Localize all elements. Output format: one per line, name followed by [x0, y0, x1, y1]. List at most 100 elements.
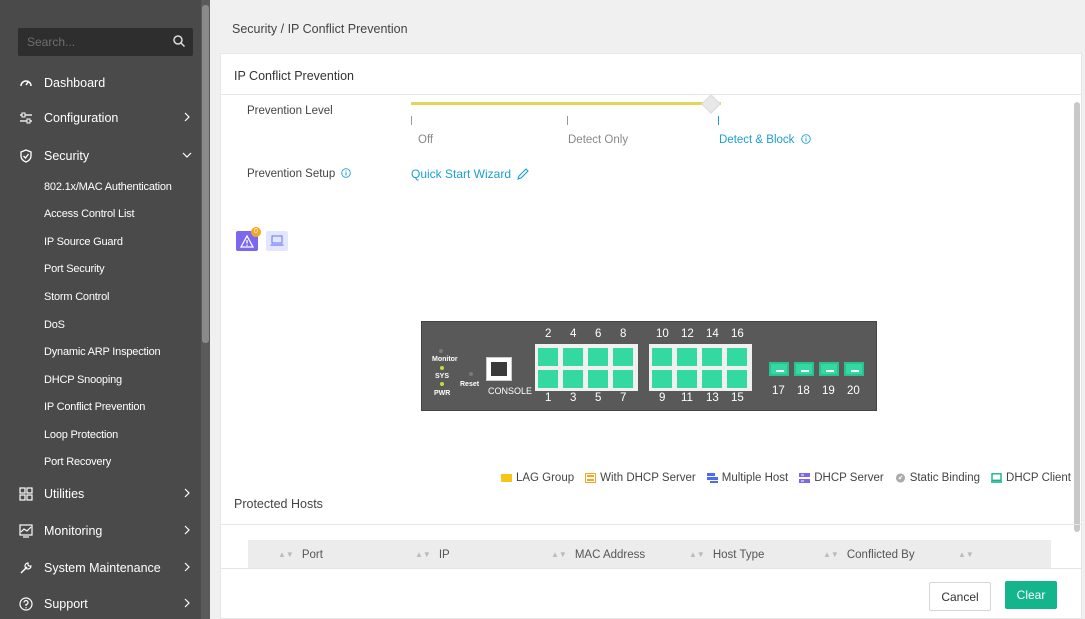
sub-item-port-security[interactable]: Port Security	[44, 259, 105, 279]
sfp-port-19[interactable]	[819, 362, 839, 376]
legend-static-binding: Static Binding	[895, 472, 980, 484]
port-num: 4	[570, 328, 577, 340]
laptop-icon	[270, 235, 284, 246]
port-num: 15	[731, 392, 744, 404]
legend-dhcp-client: DHCP Client	[991, 472, 1071, 484]
sub-item-loop-protection[interactable]: Loop Protection	[44, 425, 118, 445]
prevention-setup-text: Prevention Setup	[247, 168, 336, 180]
chevron-down-icon	[182, 152, 192, 158]
port-6[interactable]	[588, 348, 608, 366]
sub-item-dhcp-snooping[interactable]: DHCP Snooping	[44, 370, 122, 390]
reset-led	[469, 372, 473, 376]
nav-system-maintenance[interactable]: System Maintenance	[0, 550, 201, 586]
col-mac-address[interactable]: ▲▼ MAC Address	[551, 549, 645, 561]
search-input[interactable]	[18, 28, 168, 56]
sfp-port-17[interactable]	[769, 362, 789, 376]
port-4[interactable]	[563, 348, 583, 366]
prevention-level-slider-track[interactable]	[411, 102, 721, 105]
slider-tick	[718, 116, 719, 125]
lag-group-icon	[500, 474, 512, 482]
port-9[interactable]	[652, 370, 672, 388]
nav-monitoring[interactable]: Monitoring	[0, 513, 201, 549]
nav-system-maintenance-label: System Maintenance	[44, 561, 161, 575]
nav-support[interactable]: Support	[0, 586, 201, 619]
sidebar-scrollbar[interactable]	[201, 0, 210, 619]
port-10[interactable]	[652, 348, 672, 366]
client-view-button[interactable]	[266, 231, 288, 251]
port-13[interactable]	[702, 370, 722, 388]
port-7[interactable]	[613, 370, 633, 388]
col-ip-label: IP	[438, 549, 450, 561]
switch-front-panel: Monitor SYS PWR Reset CONSOLE 2 4 6 8 10…	[421, 321, 877, 411]
col-conflicted-by-label: Conflicted By	[846, 549, 915, 561]
port-1[interactable]	[538, 370, 558, 388]
col-host-type[interactable]: ▲▼ Host Type	[689, 549, 764, 561]
sidebar-scroll-thumb[interactable]	[202, 5, 209, 343]
quick-start-wizard-link[interactable]: Quick Start Wizard	[411, 167, 530, 181]
nav-dashboard-label: Dashboard	[44, 76, 106, 90]
port-12[interactable]	[677, 348, 697, 366]
legend-dhcp-client-label: DHCP Client	[1006, 472, 1071, 484]
level-detect-block-label: Detect & Block	[719, 134, 795, 146]
nav-security-label: Security	[44, 149, 90, 163]
sort-icon: ▲▼	[823, 550, 839, 559]
port-num: 10	[656, 328, 669, 340]
nav-configuration[interactable]: Configuration	[0, 100, 201, 136]
port-16[interactable]	[727, 348, 747, 366]
port-3[interactable]	[563, 370, 583, 388]
port-num: 1	[545, 392, 552, 404]
sub-item-acl[interactable]: Access Control List	[44, 204, 135, 224]
legend-dhcp-server: DHCP Server	[799, 472, 884, 484]
sys-label: SYS	[435, 373, 450, 380]
col-ip[interactable]: ▲▼ IP	[415, 549, 450, 561]
sfp-port-18[interactable]	[794, 362, 814, 376]
port-num: 5	[595, 392, 602, 404]
info-icon[interactable]	[800, 134, 811, 144]
panel-title: IP Conflict Prevention	[234, 69, 354, 83]
port-11[interactable]	[677, 370, 697, 388]
port-num: 2	[545, 328, 552, 340]
dhcp-server-icon	[799, 473, 811, 483]
port-num: 17	[772, 385, 785, 397]
port-8[interactable]	[613, 348, 633, 366]
port-15[interactable]	[727, 370, 747, 388]
prevention-level-slider-handle[interactable]	[701, 94, 721, 114]
col-port[interactable]: ▲▼ Port	[278, 549, 323, 561]
search-icon[interactable]	[172, 34, 186, 48]
port-2[interactable]	[538, 348, 558, 366]
sfp-port-20[interactable]	[844, 362, 864, 376]
slider-tick	[411, 116, 412, 125]
sidebar: Dashboard Configuration Security 802.1x/…	[0, 0, 210, 619]
sub-item-dynamic-arp[interactable]: Dynamic ARP Inspection	[44, 342, 161, 362]
clear-button[interactable]: Clear	[1005, 581, 1057, 609]
legend-with-dhcp-server: With DHCP Server	[585, 472, 696, 484]
help-icon	[19, 597, 33, 611]
sub-item-ip-conflict-prevention[interactable]: IP Conflict Prevention	[44, 397, 145, 417]
level-off[interactable]: Off	[418, 134, 433, 146]
nav-utilities[interactable]: Utilities	[0, 476, 201, 512]
port-14[interactable]	[702, 348, 722, 366]
col-port-label: Port	[301, 549, 323, 561]
sub-item-8021x[interactable]: 802.1x/MAC Authentication	[44, 177, 172, 197]
info-icon[interactable]	[341, 168, 352, 178]
col-actions[interactable]: ▲▼	[958, 549, 982, 561]
search-box[interactable]	[18, 28, 193, 56]
sub-item-dos[interactable]: DoS	[44, 315, 65, 335]
port-5[interactable]	[588, 370, 608, 388]
sub-item-ip-source-guard[interactable]: IP Source Guard	[44, 232, 123, 252]
nav-dashboard[interactable]: Dashboard	[0, 65, 201, 101]
col-conflicted-by[interactable]: ▲▼ Conflicted By	[823, 549, 915, 561]
ip-conflict-panel: IP Conflict Prevention Prevention Level …	[220, 53, 1082, 619]
console-port[interactable]	[486, 357, 512, 381]
sub-item-storm-control[interactable]: Storm Control	[44, 287, 109, 307]
legend-lag-group: LAG Group	[500, 472, 574, 484]
monitor-label: Monitor	[432, 356, 458, 363]
cancel-button[interactable]: Cancel	[929, 582, 991, 611]
level-detect-only[interactable]: Detect Only	[568, 134, 628, 146]
divider	[221, 524, 1081, 525]
level-detect-block[interactable]: Detect & Block	[719, 134, 811, 146]
nav-security[interactable]: Security	[0, 138, 201, 174]
sub-item-port-recovery[interactable]: Port Recovery	[44, 452, 111, 472]
reset-label[interactable]: Reset	[460, 381, 479, 388]
panel-scrollbar[interactable]	[1074, 102, 1080, 532]
